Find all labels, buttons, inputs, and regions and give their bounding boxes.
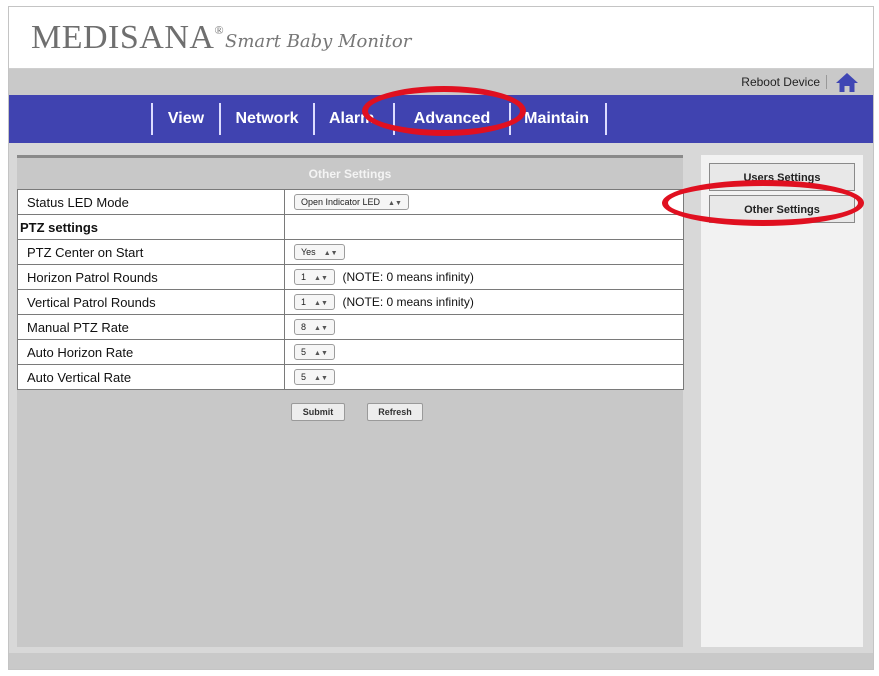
select-arrows-icon: ▲▼ bbox=[314, 300, 328, 308]
row-value-cell: 1 ▲▼ (NOTE: 0 means infinity) bbox=[284, 289, 684, 315]
row-value-cell: 8 ▲▼ bbox=[284, 314, 684, 340]
status-led-mode-select[interactable]: Open Indicator LED ▲▼ bbox=[294, 194, 409, 211]
section-label: PTZ settings bbox=[17, 214, 285, 240]
row-label: Horizon Patrol Rounds bbox=[17, 264, 285, 290]
table-row: Vertical Patrol Rounds 1 ▲▼ (NOTE: 0 mean… bbox=[17, 289, 684, 315]
table-row: Auto Vertical Rate 5 ▲▼ bbox=[17, 364, 684, 390]
select-arrows-icon: ▲▼ bbox=[314, 350, 328, 358]
select-value: 5 bbox=[301, 372, 307, 383]
settings-table: Status LED Mode Open Indicator LED ▲▼ PTZ… bbox=[17, 189, 684, 390]
select-value: 8 bbox=[301, 322, 307, 333]
select-value: 1 bbox=[301, 272, 307, 283]
row-note: (NOTE: 0 means infinity) bbox=[342, 270, 474, 285]
sidebar-item-users-settings[interactable]: Users Settings bbox=[709, 163, 855, 191]
main-nav: View Network Alarm Advanced Maintain bbox=[9, 95, 873, 143]
auto-horizon-rate-select[interactable]: 5 ▲▼ bbox=[294, 344, 335, 361]
row-label: Status LED Mode bbox=[17, 189, 285, 215]
table-row: Status LED Mode Open Indicator LED ▲▼ bbox=[17, 189, 684, 215]
horizon-patrol-select[interactable]: 1 ▲▼ bbox=[294, 269, 335, 286]
nav-tab-advanced[interactable]: Advanced bbox=[393, 103, 509, 135]
panel-divider bbox=[17, 155, 683, 158]
manual-ptz-rate-select[interactable]: 8 ▲▼ bbox=[294, 319, 335, 336]
table-row: PTZ Center on Start Yes ▲▼ bbox=[17, 239, 684, 265]
select-value: 5 bbox=[301, 347, 307, 358]
brand-name: MEDISANA bbox=[31, 19, 215, 56]
nav-divider bbox=[605, 103, 607, 135]
row-label: Auto Vertical Rate bbox=[17, 364, 285, 390]
logo-bar: MEDISANA® Smart Baby Monitor bbox=[9, 7, 873, 69]
row-value-cell: Yes ▲▼ bbox=[284, 239, 684, 265]
nav-tab-network[interactable]: Network bbox=[219, 103, 313, 135]
panel-title: Other Settings bbox=[308, 167, 392, 181]
brand-tagline: Smart Baby Monitor bbox=[225, 31, 412, 52]
row-value-cell bbox=[284, 214, 684, 240]
brand-logo: MEDISANA® bbox=[31, 19, 224, 57]
sidebar-item-other-settings[interactable]: Other Settings bbox=[709, 195, 855, 223]
table-row: Horizon Patrol Rounds 1 ▲▼ (NOTE: 0 means… bbox=[17, 264, 684, 290]
row-label: Manual PTZ Rate bbox=[17, 314, 285, 340]
settings-sidebar: Users Settings Other Settings bbox=[701, 155, 863, 647]
auto-vertical-rate-select[interactable]: 5 ▲▼ bbox=[294, 369, 335, 386]
table-row: Auto Horizon Rate 5 ▲▼ bbox=[17, 339, 684, 365]
nav-tab-maintain[interactable]: Maintain bbox=[509, 103, 605, 135]
table-row: Manual PTZ Rate 8 ▲▼ bbox=[17, 314, 684, 340]
settings-panel: Other Settings Status LED Mode Open Indi… bbox=[17, 155, 684, 647]
top-strip: Reboot Device bbox=[9, 69, 873, 95]
nav-tab-view[interactable]: View bbox=[151, 103, 219, 135]
row-label: PTZ Center on Start bbox=[17, 239, 285, 265]
app-frame: MEDISANA® Smart Baby Monitor Reboot Devi… bbox=[8, 6, 874, 670]
reboot-device-link[interactable]: Reboot Device bbox=[741, 75, 827, 89]
row-value-cell: 5 ▲▼ bbox=[284, 364, 684, 390]
ptz-center-select[interactable]: Yes ▲▼ bbox=[294, 244, 345, 261]
refresh-button[interactable]: Refresh bbox=[367, 403, 423, 421]
select-arrows-icon: ▲▼ bbox=[314, 375, 328, 383]
row-value-cell: 1 ▲▼ (NOTE: 0 means infinity) bbox=[284, 264, 684, 290]
select-arrows-icon: ▲▼ bbox=[314, 275, 328, 283]
select-value: 1 bbox=[301, 297, 307, 308]
nav-tab-alarm[interactable]: Alarm bbox=[313, 103, 393, 135]
select-value: Open Indicator LED bbox=[301, 197, 381, 208]
bottom-strip bbox=[9, 653, 873, 669]
row-value-cell: Open Indicator LED ▲▼ bbox=[284, 189, 684, 215]
select-arrows-icon: ▲▼ bbox=[323, 250, 338, 258]
select-arrows-icon: ▲▼ bbox=[388, 200, 402, 208]
vertical-patrol-select[interactable]: 1 ▲▼ bbox=[294, 294, 335, 311]
row-note: (NOTE: 0 means infinity) bbox=[342, 295, 474, 310]
row-label: Auto Horizon Rate bbox=[17, 339, 285, 365]
row-label: Vertical Patrol Rounds bbox=[17, 289, 285, 315]
brand-registered-mark: ® bbox=[214, 23, 225, 37]
home-icon[interactable] bbox=[835, 71, 859, 93]
select-value: Yes bbox=[301, 247, 316, 258]
select-arrows-icon: ▲▼ bbox=[314, 325, 328, 333]
row-value-cell: 5 ▲▼ bbox=[284, 339, 684, 365]
table-row: PTZ settings bbox=[17, 214, 684, 240]
submit-button[interactable]: Submit bbox=[291, 403, 345, 421]
